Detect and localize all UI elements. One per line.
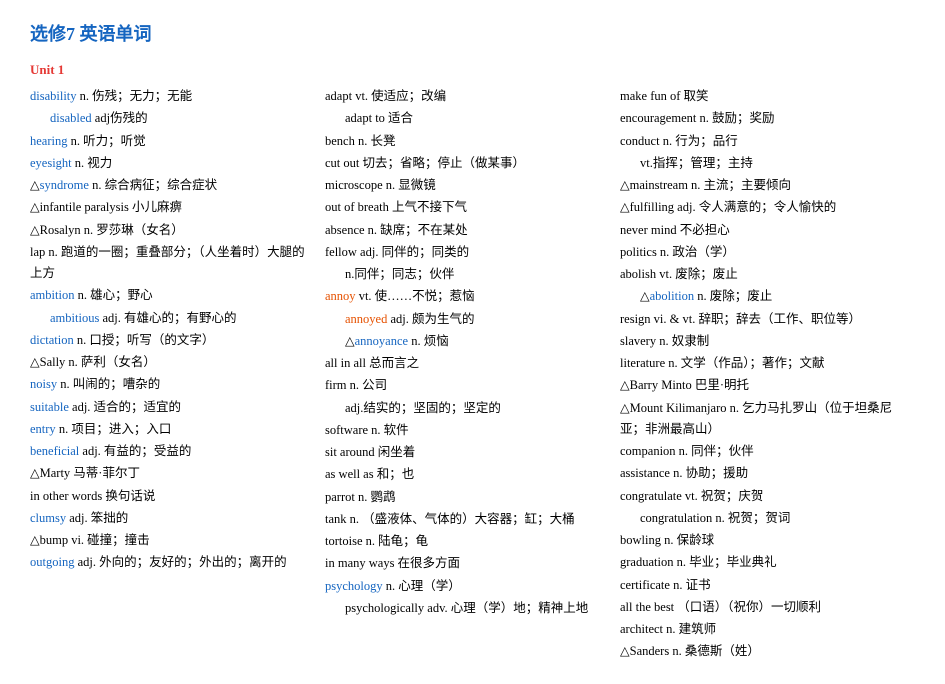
unit-label: Unit 1 <box>30 62 915 78</box>
list-item: software n. 软件 <box>325 420 610 441</box>
list-item: bowling n. 保龄球 <box>620 530 905 551</box>
list-item: △Sanders n. 桑德斯（姓） <box>620 641 905 662</box>
list-item: parrot n. 鹦鹉 <box>325 487 610 508</box>
list-item: fellow adj. 同伴的；同类的 <box>325 242 610 263</box>
list-item: encouragement n. 鼓励；奖励 <box>620 108 905 129</box>
list-item: tortoise n. 陆龟；龟 <box>325 531 610 552</box>
list-item: microscope n. 显微镜 <box>325 175 610 196</box>
list-item: disabled adj伤残的 <box>30 108 315 129</box>
list-item: ambitious adj. 有雄心的；有野心的 <box>30 308 315 329</box>
list-item: outgoing adj. 外向的；友好的；外出的；离开的 <box>30 552 315 573</box>
list-item: out of breath 上气不接下气 <box>325 197 610 218</box>
list-item: clumsy adj. 笨拙的 <box>30 508 315 529</box>
list-item: architect n. 建筑师 <box>620 619 905 640</box>
list-item: annoyed adj. 颇为生气的 <box>325 309 610 330</box>
list-item: resign vi. & vt. 辞职；辞去（工作、职位等） <box>620 309 905 330</box>
list-item: certificate n. 证书 <box>620 575 905 596</box>
list-item: congratulation n. 祝贺；贺词 <box>620 508 905 529</box>
list-item: absence n. 缺席；不在某处 <box>325 220 610 241</box>
list-item: △bump vi. 碰撞；撞击 <box>30 530 315 551</box>
list-item: noisy n. 叫闹的；嘈杂的 <box>30 374 315 395</box>
list-item: assistance n. 协助；援助 <box>620 463 905 484</box>
list-item: eyesight n. 视力 <box>30 153 315 174</box>
list-item: congratulate vt. 祝贺；庆贺 <box>620 486 905 507</box>
list-item: △syndrome n. 综合病征；综合症状 <box>30 175 315 196</box>
list-item: psychologically adv. 心理（学）地；精神上地 <box>325 598 610 619</box>
list-item: literature n. 文学（作品）；著作；文献 <box>620 353 905 374</box>
list-item: psychology n. 心理（学） <box>325 576 610 597</box>
list-item: never mind 不必担心 <box>620 220 905 241</box>
list-item: slavery n. 奴隶制 <box>620 331 905 352</box>
list-item: dictation n. 口授；听写（的文字） <box>30 330 315 351</box>
list-item: △Marty 马蒂·菲尔丁 <box>30 463 315 484</box>
list-item: cut out 切去；省略；停止（做某事） <box>325 153 610 174</box>
list-item: adj.结实的；坚固的；坚定的 <box>325 398 610 419</box>
list-item: in many ways 在很多方面 <box>325 553 610 574</box>
list-item: △fulfilling adj. 令人满意的；令人愉快的 <box>620 197 905 218</box>
list-item: hearing n. 听力；听觉 <box>30 131 315 152</box>
list-item: vt.指挥；管理；主持 <box>620 153 905 174</box>
list-item: annoy vt. 使……不悦；惹恼 <box>325 286 610 307</box>
list-item: companion n. 同伴；伙伴 <box>620 441 905 462</box>
list-item: conduct n. 行为；品行 <box>620 131 905 152</box>
list-item: suitable adj. 适合的；适宜的 <box>30 397 315 418</box>
list-item: in other words 换句话说 <box>30 486 315 507</box>
list-item: lap n. 跑道的一圈；重叠部分；（人坐着时）大腿的上方 <box>30 242 315 285</box>
list-item: △Rosalyn n. 罗莎琳（女名） <box>30 220 315 241</box>
list-item: ambition n. 雄心；野心 <box>30 285 315 306</box>
list-item: politics n. 政治（学） <box>620 242 905 263</box>
list-item: all the best （口语）（祝你）一切顺利 <box>620 597 905 618</box>
list-item: beneficial adj. 有益的；受益的 <box>30 441 315 462</box>
column-2: adapt vt. 使适应；改编adapt to 适合bench n. 长凳cu… <box>325 86 620 620</box>
list-item: firm n. 公司 <box>325 375 610 396</box>
list-item: △abolition n. 废除；废止 <box>620 286 905 307</box>
list-item: bench n. 长凳 <box>325 131 610 152</box>
list-item: △annoyance n. 烦恼 <box>325 331 610 352</box>
list-item: all in all 总而言之 <box>325 353 610 374</box>
list-item: disability n. 伤残；无力；无能 <box>30 86 315 107</box>
list-item: n.同伴；同志；伙伴 <box>325 264 610 285</box>
list-item: △mainstream n. 主流；主要倾向 <box>620 175 905 196</box>
content-columns: disability n. 伤残；无力；无能disabled adj伤残的hea… <box>30 86 915 664</box>
list-item: △Sally n. 萨利（女名） <box>30 352 315 373</box>
list-item: make fun of 取笑 <box>620 86 905 107</box>
list-item: as well as 和；也 <box>325 464 610 485</box>
list-item: tank n. （盛液体、气体的）大容器；缸；大桶 <box>325 509 610 530</box>
list-item: entry n. 项目；进入；入口 <box>30 419 315 440</box>
list-item: △Mount Kilimanjaro n. 乞力马扎罗山（位于坦桑尼亚；非洲最高… <box>620 398 905 441</box>
list-item: adapt to 适合 <box>325 108 610 129</box>
list-item: sit around 闲坐着 <box>325 442 610 463</box>
list-item: abolish vt. 废除；废止 <box>620 264 905 285</box>
list-item: △Barry Minto 巴里·明托 <box>620 375 905 396</box>
list-item: △infantile paralysis 小儿麻痹 <box>30 197 315 218</box>
list-item: graduation n. 毕业；毕业典礼 <box>620 552 905 573</box>
column-1: disability n. 伤残；无力；无能disabled adj伤残的hea… <box>30 86 325 575</box>
page-title: 选修7 英语单词 <box>30 20 915 46</box>
column-3: make fun of 取笑encouragement n. 鼓励；奖励cond… <box>620 86 915 664</box>
list-item: adapt vt. 使适应；改编 <box>325 86 610 107</box>
